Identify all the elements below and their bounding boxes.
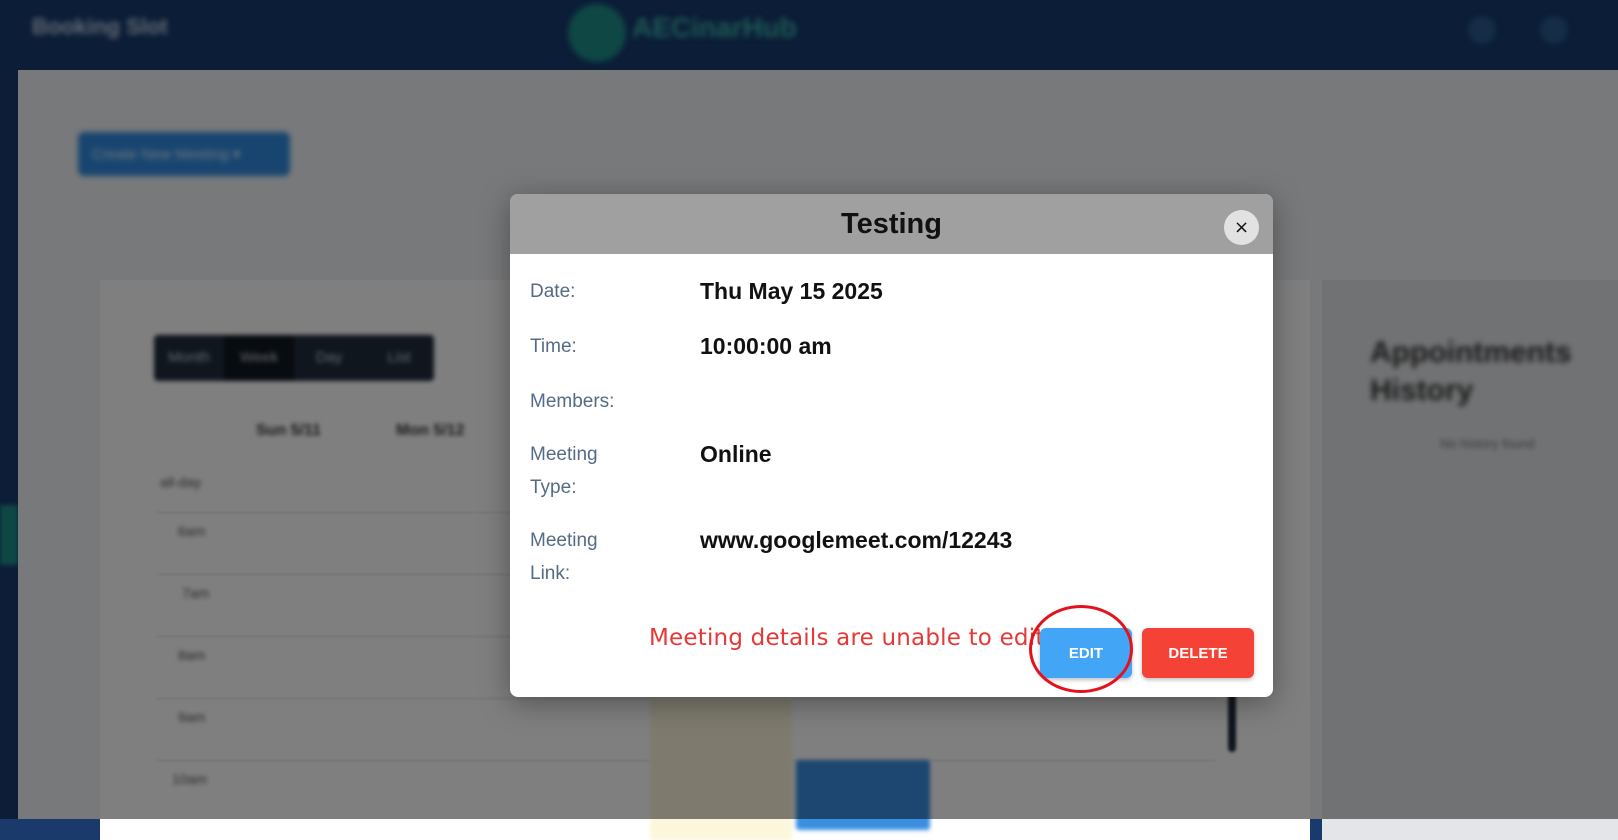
meeting-link-label-line: Meeting xyxy=(530,530,598,551)
delete-button[interactable]: DELETE xyxy=(1142,628,1254,678)
meeting-type-value: Online xyxy=(700,441,772,467)
meeting-link-label: Meeting Link: xyxy=(530,524,650,590)
date-label: Date: xyxy=(530,281,576,302)
modal-title: Testing xyxy=(841,208,942,240)
meeting-details-modal: Testing × Date: Thu May 15 2025 Time: 10… xyxy=(510,194,1273,697)
close-icon[interactable]: × xyxy=(1224,210,1259,245)
meeting-type-label-line: Meeting xyxy=(530,444,598,465)
members-label: Members: xyxy=(530,391,615,412)
modal-header: Testing × xyxy=(510,194,1273,254)
annotation-note: Meeting details are unable to edit. xyxy=(649,625,1053,651)
meeting-link-label-line: Link: xyxy=(530,563,571,584)
date-value: Thu May 15 2025 xyxy=(700,278,883,304)
time-label: Time: xyxy=(530,336,577,357)
time-value: 10:00:00 am xyxy=(700,333,832,359)
meeting-type-label: Meeting Type: xyxy=(530,438,650,504)
meeting-type-label-line: Type: xyxy=(530,477,577,498)
meeting-link-value[interactable]: www.googlemeet.com/12243 xyxy=(700,522,1012,558)
annotation-highlight-circle xyxy=(1029,605,1133,693)
